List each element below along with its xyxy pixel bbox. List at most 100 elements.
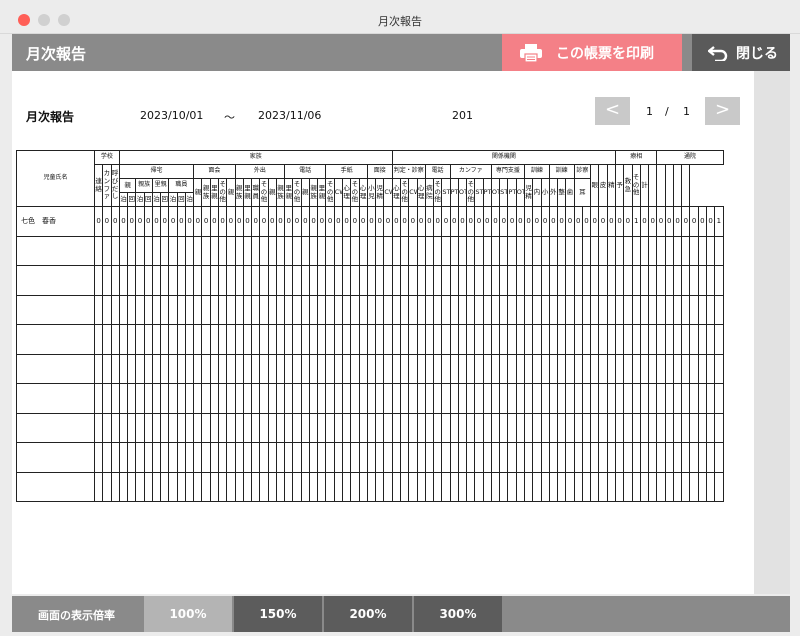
value-cell: 0 bbox=[606, 206, 617, 237]
value-cell bbox=[193, 235, 203, 266]
value-cell bbox=[184, 235, 195, 266]
value-cell: 0 bbox=[193, 206, 203, 237]
column-header-leaf: OT bbox=[515, 178, 525, 207]
value-cell bbox=[325, 235, 335, 266]
value-cell: 0 bbox=[366, 206, 377, 237]
value-cell bbox=[209, 353, 220, 384]
report-code: 201 bbox=[452, 109, 473, 122]
value-cell bbox=[176, 265, 186, 296]
column-header-leaf: 里親 bbox=[242, 178, 253, 207]
value-cell bbox=[557, 383, 567, 414]
value-cell bbox=[449, 471, 459, 502]
value-cell bbox=[151, 294, 162, 325]
table-row[interactable] bbox=[16, 471, 724, 502]
value-cell bbox=[391, 235, 402, 266]
value-cell bbox=[184, 265, 195, 296]
value-cell bbox=[424, 324, 435, 355]
zoom-200-button[interactable]: 200% bbox=[324, 596, 412, 632]
value-cell: 0 bbox=[135, 206, 145, 237]
table-row[interactable] bbox=[16, 353, 724, 384]
scroll-area[interactable] bbox=[754, 71, 790, 594]
value-cell bbox=[614, 412, 625, 443]
table-row[interactable]: 七色 春香 0 0 0 0 0 0 0 0 0 0 0 0 0 0 0 0 0 0 0 0 0 0 0 0 0 0 0 0 0 0 0 0 0 0 0… bbox=[16, 206, 724, 237]
value-cell bbox=[474, 442, 484, 473]
value-cell bbox=[275, 471, 286, 502]
value-cell bbox=[714, 442, 724, 473]
value-cell bbox=[308, 353, 319, 384]
value-cell bbox=[581, 442, 592, 473]
table-row[interactable] bbox=[16, 294, 724, 325]
print-button[interactable]: この帳票を印刷 bbox=[502, 34, 682, 71]
value-cell bbox=[176, 235, 186, 266]
table-row[interactable] bbox=[16, 235, 724, 266]
next-page-button[interactable]: > bbox=[705, 97, 740, 125]
value-cell bbox=[176, 353, 186, 384]
value-cell bbox=[267, 294, 277, 325]
table-row[interactable] bbox=[16, 324, 724, 355]
value-cell: 0 bbox=[226, 206, 236, 237]
table-row[interactable] bbox=[16, 265, 724, 296]
value-cell bbox=[689, 471, 699, 502]
value-cell bbox=[523, 265, 534, 296]
value-cell bbox=[234, 383, 244, 414]
value-cell bbox=[656, 353, 666, 384]
value-cell bbox=[689, 324, 699, 355]
value-cell bbox=[341, 442, 352, 473]
value-cell bbox=[466, 412, 476, 443]
zoom-100-button[interactable]: 100% bbox=[144, 596, 232, 632]
value-cell bbox=[127, 324, 137, 355]
column-header-leaf: 職員 bbox=[251, 178, 261, 207]
prev-page-button[interactable]: < bbox=[595, 97, 630, 125]
value-cell bbox=[168, 294, 178, 325]
value-cell bbox=[515, 294, 525, 325]
zoom-300-button[interactable]: 300% bbox=[414, 596, 502, 632]
value-cell bbox=[557, 324, 567, 355]
value-cell bbox=[515, 442, 525, 473]
value-cell: 0 bbox=[648, 206, 658, 237]
value-cell bbox=[689, 442, 699, 473]
table-row[interactable] bbox=[16, 383, 724, 414]
value-cell bbox=[623, 412, 633, 443]
value-cell bbox=[341, 265, 352, 296]
value-cell bbox=[705, 471, 716, 502]
value-cell bbox=[193, 294, 203, 325]
column-header-stay: 回 bbox=[143, 192, 153, 207]
value-cell bbox=[375, 471, 385, 502]
value-cell bbox=[548, 442, 559, 473]
value-cell bbox=[705, 383, 716, 414]
close-button[interactable]: 閉じる bbox=[692, 34, 790, 71]
value-cell bbox=[251, 442, 261, 473]
value-cell bbox=[664, 412, 674, 443]
value-cell bbox=[705, 265, 716, 296]
table-row[interactable] bbox=[16, 442, 724, 473]
column-header-stay: 泊 bbox=[135, 192, 145, 207]
value-cell bbox=[441, 324, 451, 355]
value-cell bbox=[325, 471, 335, 502]
value-cell bbox=[639, 383, 650, 414]
value-cell bbox=[507, 294, 517, 325]
value-cell bbox=[507, 353, 517, 384]
value-cell: 0 bbox=[110, 206, 120, 237]
value-cell bbox=[499, 324, 509, 355]
value-cell bbox=[366, 383, 377, 414]
value-cell bbox=[143, 294, 153, 325]
value-cell bbox=[631, 353, 641, 384]
value-cell bbox=[565, 294, 575, 325]
value-cell bbox=[284, 442, 294, 473]
value-cell bbox=[705, 294, 716, 325]
value-cell bbox=[325, 353, 335, 384]
value-cell bbox=[143, 383, 153, 414]
value-cell bbox=[383, 412, 393, 443]
zoom-150-button[interactable]: 150% bbox=[234, 596, 322, 632]
value-cell bbox=[102, 294, 112, 325]
value-cell bbox=[656, 442, 666, 473]
table-row[interactable] bbox=[16, 412, 724, 443]
value-cell bbox=[515, 265, 525, 296]
value-cell bbox=[193, 353, 203, 384]
column-header-leaf bbox=[672, 164, 683, 207]
value-cell bbox=[143, 353, 153, 384]
value-cell: 0 bbox=[259, 206, 269, 237]
value-cell bbox=[441, 265, 451, 296]
value-cell bbox=[234, 442, 244, 473]
value-cell bbox=[705, 412, 716, 443]
